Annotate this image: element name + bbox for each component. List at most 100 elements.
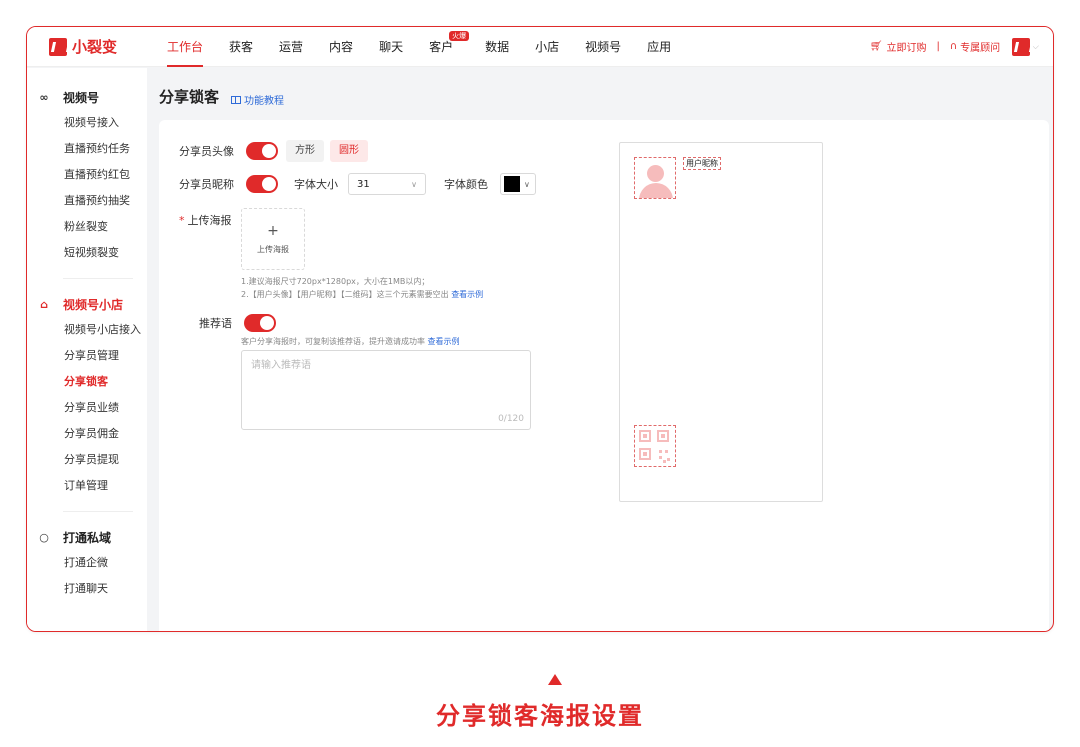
user-icon-body	[639, 183, 673, 198]
nav-item-acquire[interactable]: 获客	[229, 27, 253, 67]
upload-hint-2-text: 2.【用户头像】【用户昵称】【二维码】这三个元素需要空出	[241, 290, 449, 299]
brand-name: 小裂变	[72, 38, 118, 56]
nickname-placeholder[interactable]: 用户昵称	[683, 157, 721, 170]
advisor-link[interactable]: 专属顾问	[960, 39, 1000, 54]
font-color-label: 字体颜色	[444, 178, 488, 191]
sidebar-item-share-lock[interactable]: 分享锁客	[37, 369, 147, 395]
tutorial-link-text: 功能教程	[244, 96, 284, 107]
nickname-row: 分享员昵称 字体大小 31 ∨ 字体颜色 ∨	[179, 173, 536, 195]
app-window: 小裂变 工作台 获客 运营 内容 聊天 客户 火爆 数据 小店 视频号 应用 🛒…	[26, 26, 1054, 632]
upload-hint-1: 1.建议海报尺寸720px*1280px，大小在1MB以内；	[241, 277, 430, 286]
nav-item-operate[interactable]: 运营	[279, 27, 303, 67]
upload-row: * 上传海报	[179, 212, 232, 228]
shape-round-option[interactable]: 圆形	[330, 140, 368, 162]
avatar-label: 分享员头像	[179, 145, 234, 158]
avatar-toggle[interactable]	[246, 142, 278, 160]
upload-label: 上传海报	[187, 214, 232, 227]
textarea-placeholder: 请输入推荐语	[251, 360, 311, 371]
divider: |	[936, 41, 940, 52]
cart-icon: 🛒︎	[869, 41, 883, 52]
sidebar-item-sharer-withdraw[interactable]: 分享员提现	[37, 447, 147, 473]
font-size-value: 31	[357, 178, 370, 190]
font-size-label: 字体大小	[294, 178, 338, 191]
headset-icon: ∩	[949, 41, 958, 52]
recommend-label: 推荐语	[199, 317, 232, 330]
section-title-text: 打通私域	[63, 530, 112, 545]
logo-icon	[49, 37, 67, 56]
recommend-toggle[interactable]	[244, 314, 276, 332]
order-link[interactable]: 立即订购	[886, 39, 926, 54]
section-title-text: 视频号	[63, 90, 100, 105]
poster-preview: 用户昵称	[619, 142, 823, 502]
avatar-placeholder[interactable]	[634, 157, 676, 199]
shape-square-option[interactable]: 方形	[286, 140, 324, 162]
main-nav: 工作台 获客 运营 内容 聊天 客户 火爆 数据 小店 视频号 应用	[167, 27, 697, 67]
qrcode-icon[interactable]	[634, 425, 676, 467]
avatar-row: 分享员头像 方形 圆形	[179, 140, 368, 162]
sidebar-item-shortvideo-fission[interactable]: 短视频裂变	[37, 240, 147, 266]
sidebar-item-channel-access[interactable]: 视频号接入	[37, 110, 147, 136]
sidebar-section-channels: ∞ 视频号 视频号接入 直播预约任务 直播预约红包 直播预约抽奖 粉丝裂变 短视…	[27, 84, 147, 266]
nav-item-content[interactable]: 内容	[329, 27, 353, 67]
sidebar-item-sharer-commission[interactable]: 分享员佣金	[37, 421, 147, 447]
font-color-picker[interactable]: ∨	[500, 173, 536, 195]
required-mark: *	[179, 213, 185, 227]
nav-item-channels[interactable]: 视频号	[585, 27, 621, 67]
sidebar-item-chat[interactable]: 打通聊天	[37, 576, 147, 602]
sidebar-item-live-task[interactable]: 直播预约任务	[37, 136, 147, 162]
chevron-down-icon: ∨	[524, 179, 530, 189]
color-swatch	[504, 176, 520, 192]
recommend-hint-text: 客户分享海报时，可复制该推荐语，提升邀请成功率	[241, 337, 425, 346]
char-counter: 0/120	[498, 414, 524, 424]
hot-badge: 火爆	[449, 30, 470, 41]
section-title-text: 视频号小店	[63, 297, 124, 312]
sidebar-item-live-lottery[interactable]: 直播预约抽奖	[37, 188, 147, 214]
top-navigation: 小裂变 工作台 获客 运营 内容 聊天 客户 火爆 数据 小店 视频号 应用 🛒…	[27, 27, 1053, 67]
nav-item-shop[interactable]: 小店	[535, 27, 559, 67]
nickname-toggle[interactable]	[246, 175, 278, 193]
recommend-textarea[interactable]: 请输入推荐语 0/120	[241, 350, 531, 430]
user-avatar[interactable]	[1012, 37, 1031, 56]
sidebar-section-title: ⌂ 视频号小店	[37, 291, 147, 317]
sidebar-divider	[63, 511, 133, 512]
caption-title: 分享锁客海报设置	[436, 702, 644, 730]
sidebar-item-live-redpacket[interactable]: 直播预约红包	[37, 162, 147, 188]
sidebar-section-private: ○ 打通私域 打通企微 打通聊天	[27, 524, 147, 602]
brand-logo[interactable]: 小裂变	[49, 36, 167, 57]
nav-item-customer-label: 客户	[429, 39, 454, 54]
nickname-label: 分享员昵称	[179, 178, 234, 191]
user-icon	[647, 165, 664, 182]
view-example-link[interactable]: 查看示例	[451, 290, 483, 299]
settings-card: 分享员头像 方形 圆形 分享员昵称 字体大小 31 ∨ 字体颜色 ∨ * 上传海…	[159, 120, 1049, 631]
font-size-select[interactable]: 31 ∨	[348, 173, 426, 195]
nav-item-customer[interactable]: 客户 火爆	[429, 27, 470, 67]
page-title: 分享锁客	[159, 88, 220, 106]
sidebar-item-wecom[interactable]: 打通企微	[37, 550, 147, 576]
nav-item-apps[interactable]: 应用	[647, 27, 671, 67]
sidebar-divider	[63, 278, 133, 279]
book-icon	[231, 95, 241, 104]
main-content: 分享锁客 功能教程 分享员头像 方形 圆形 分享员昵称 字体大小 31 ∨ 字体…	[147, 68, 1053, 631]
sidebar-section-title: ○ 打通私域	[37, 524, 147, 550]
sidebar-item-sharer-manage[interactable]: 分享员管理	[37, 343, 147, 369]
sidebar-section-title: ∞ 视频号	[37, 84, 147, 110]
tutorial-link[interactable]: 功能教程	[231, 92, 284, 107]
sidebar-item-shop-access[interactable]: 视频号小店接入	[37, 317, 147, 343]
sidebar-item-sharer-performance[interactable]: 分享员业绩	[37, 395, 147, 421]
upload-button-text: 上传海报	[257, 244, 289, 254]
recommend-hint: 客户分享海报时，可复制该推荐语，提升邀请成功率 查看示例	[241, 336, 460, 347]
nav-right-actions: 🛒︎ 立即订购 | ∩ 专属顾问 ⌵	[869, 37, 1039, 56]
sidebar: ∞ 视频号 视频号接入 直播预约任务 直播预约红包 直播预约抽奖 粉丝裂变 短视…	[27, 68, 147, 631]
recommend-row: 推荐语	[199, 314, 276, 332]
nav-item-chat[interactable]: 聊天	[379, 27, 403, 67]
chat-icon: ○	[39, 530, 49, 544]
sidebar-item-fan-fission[interactable]: 粉丝裂变	[37, 214, 147, 240]
upload-hint-2: 2.【用户头像】【用户昵称】【二维码】这三个元素需要空出 查看示例	[241, 289, 483, 300]
sidebar-item-order-manage[interactable]: 订单管理	[37, 473, 147, 499]
infinity-icon: ∞	[39, 90, 49, 104]
nav-item-data[interactable]: 数据	[485, 27, 509, 67]
upload-poster-button[interactable]: + 上传海报	[241, 208, 305, 270]
nav-item-workbench[interactable]: 工作台	[167, 27, 204, 67]
caption-arrow-icon	[548, 674, 562, 685]
view-example-link[interactable]: 查看示例	[428, 337, 460, 346]
